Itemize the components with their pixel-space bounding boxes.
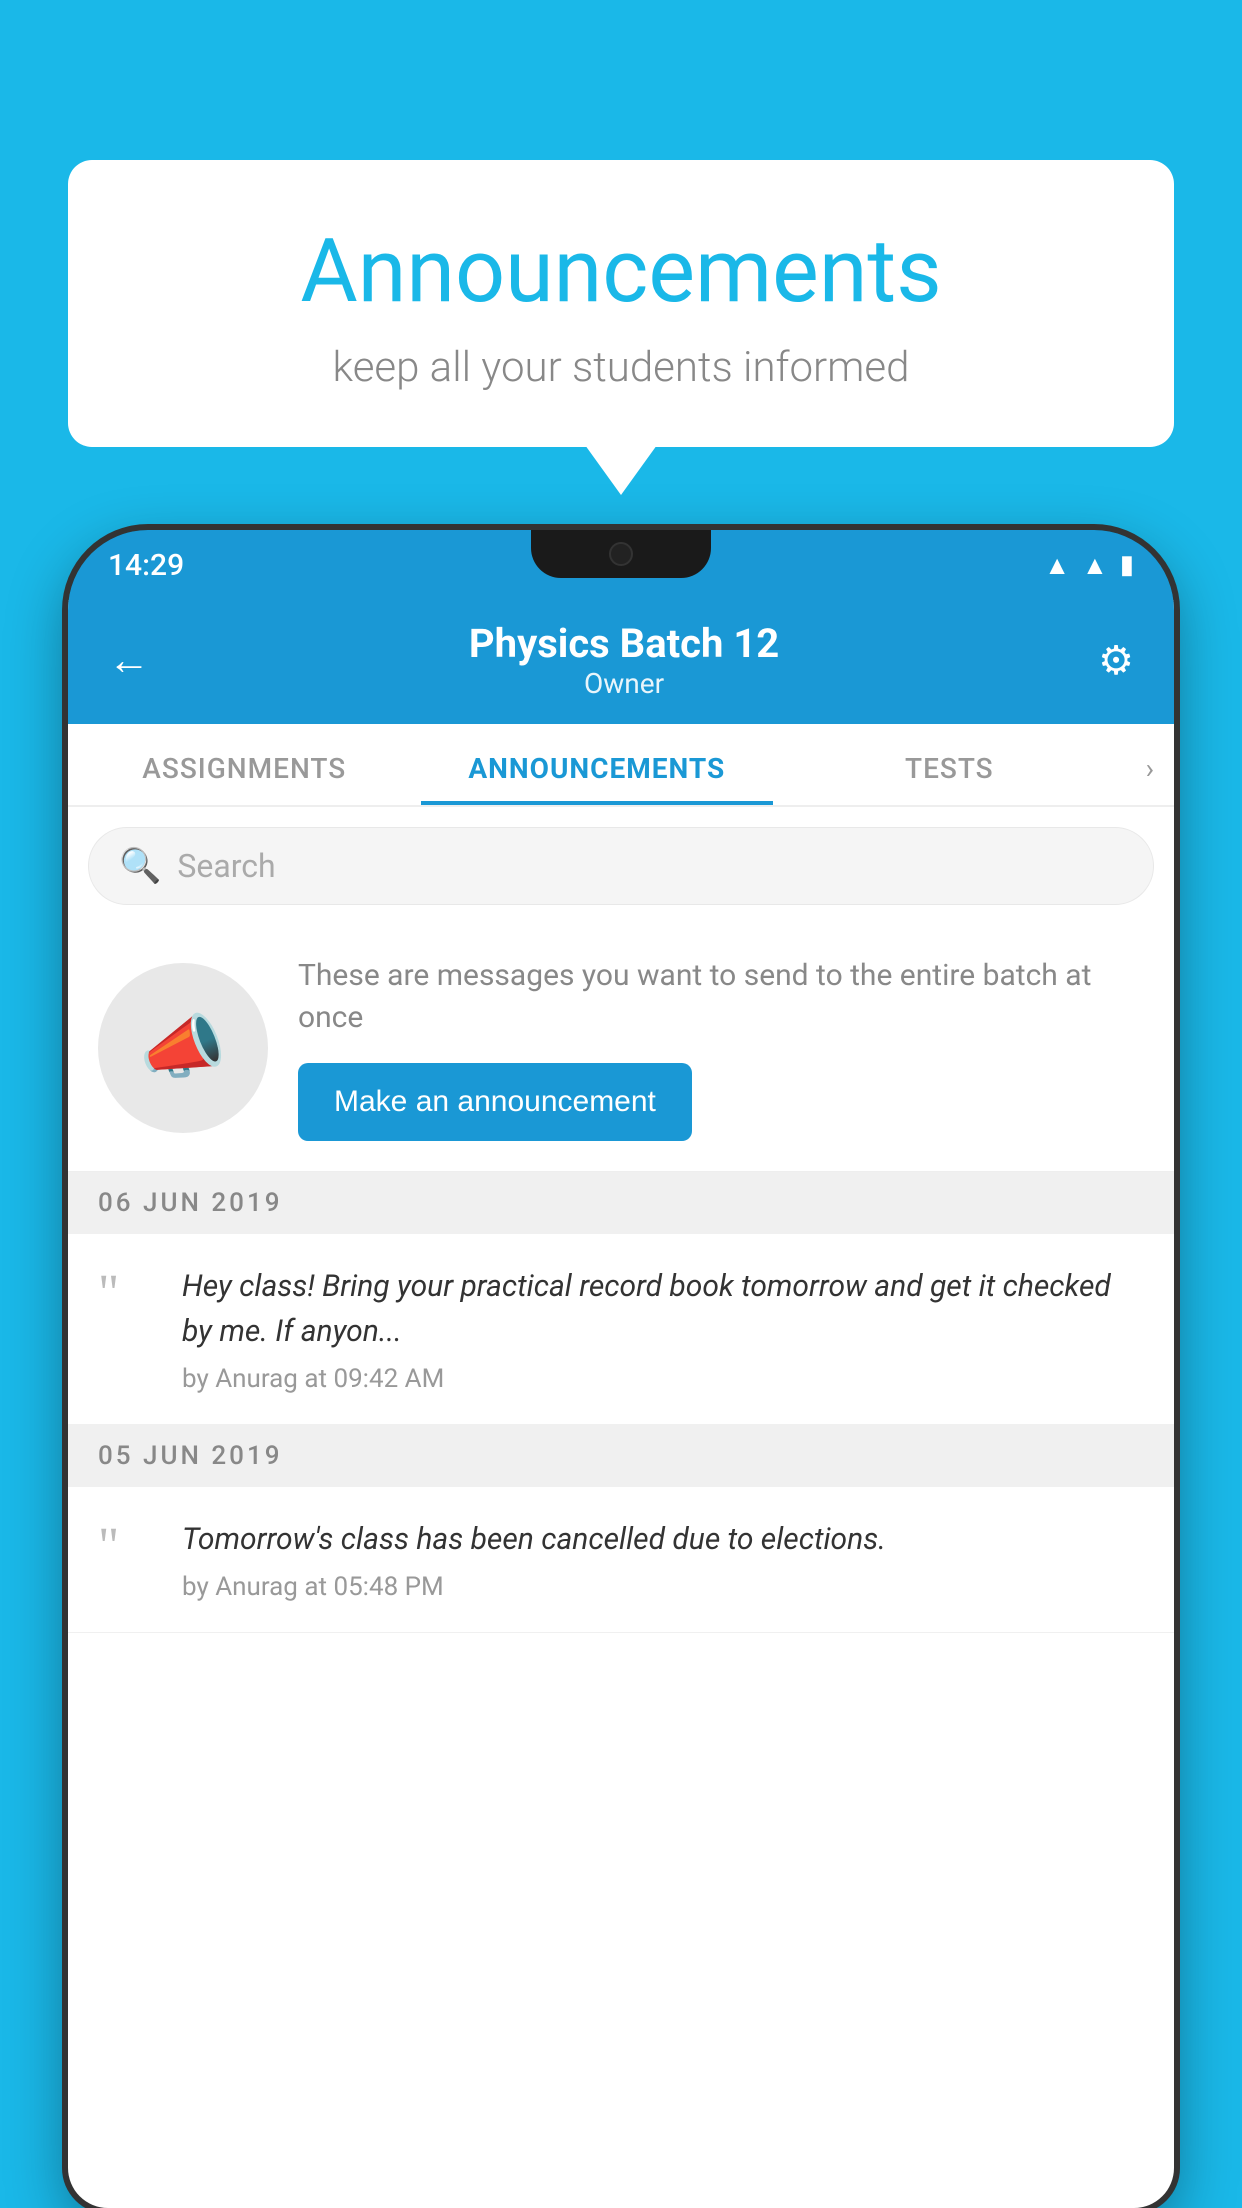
- search-placeholder: Search: [177, 847, 275, 885]
- announcement-text-1: Hey class! Bring your practical record b…: [182, 1264, 1144, 1354]
- signal-icon: ▲: [1082, 550, 1108, 581]
- speech-bubble-title: Announcements: [118, 220, 1124, 323]
- phone-frame: 14:29 ▲ ▲ ▮ ← Physics Batch 12 Owner ⚙ A…: [68, 530, 1174, 2208]
- battery-icon: ▮: [1120, 550, 1134, 580]
- megaphone-icon: 📣: [139, 1007, 226, 1089]
- speech-bubble-subtitle: keep all your students informed: [118, 343, 1124, 392]
- settings-icon[interactable]: ⚙: [1098, 637, 1134, 684]
- quote-icon-2: ": [98, 1521, 158, 1602]
- back-button[interactable]: ←: [108, 636, 150, 685]
- date-separator-1: 06 JUN 2019: [68, 1172, 1174, 1234]
- tab-announcements[interactable]: ANNOUNCEMENTS: [421, 724, 774, 805]
- header-subtitle: Owner: [469, 667, 779, 700]
- header-center: Physics Batch 12 Owner: [469, 620, 779, 700]
- tab-more[interactable]: ›: [1126, 724, 1174, 805]
- front-camera: [609, 542, 633, 566]
- announcement-meta-1: by Anurag at 09:42 AM: [182, 1364, 1144, 1394]
- announcement-item-2[interactable]: " Tomorrow's class has been cancelled du…: [68, 1487, 1174, 1633]
- make-announcement-button[interactable]: Make an announcement: [298, 1063, 692, 1141]
- wifi-icon: ▲: [1044, 550, 1070, 581]
- quote-icon-1: ": [98, 1268, 158, 1394]
- app-header: ← Physics Batch 12 Owner ⚙: [68, 600, 1174, 724]
- search-bar[interactable]: 🔍 Search: [88, 827, 1154, 905]
- promo-icon-circle: 📣: [98, 963, 268, 1133]
- tab-bar: ASSIGNMENTS ANNOUNCEMENTS TESTS ›: [68, 724, 1174, 807]
- header-title: Physics Batch 12: [469, 620, 779, 667]
- announcement-text-2: Tomorrow's class has been cancelled due …: [182, 1517, 1144, 1562]
- tab-tests[interactable]: TESTS: [773, 724, 1126, 805]
- promo-right: These are messages you want to send to t…: [298, 955, 1144, 1141]
- status-time: 14:29: [108, 548, 184, 583]
- tab-assignments[interactable]: ASSIGNMENTS: [68, 724, 421, 805]
- speech-bubble: Announcements keep all your students inf…: [68, 160, 1174, 447]
- status-icons: ▲ ▲ ▮: [1044, 550, 1134, 581]
- announcement-content-2: Tomorrow's class has been cancelled due …: [182, 1517, 1144, 1602]
- announcement-meta-2: by Anurag at 05:48 PM: [182, 1572, 1144, 1602]
- promo-area: 📣 These are messages you want to send to…: [68, 925, 1174, 1172]
- phone-notch: [531, 530, 711, 578]
- promo-text: These are messages you want to send to t…: [298, 955, 1144, 1039]
- date-separator-2: 05 JUN 2019: [68, 1425, 1174, 1487]
- phone-screen: ← Physics Batch 12 Owner ⚙ ASSIGNMENTS A…: [68, 600, 1174, 2208]
- announcement-item-1[interactable]: " Hey class! Bring your practical record…: [68, 1234, 1174, 1425]
- announcement-content-1: Hey class! Bring your practical record b…: [182, 1264, 1144, 1394]
- search-icon: 🔍: [119, 846, 161, 886]
